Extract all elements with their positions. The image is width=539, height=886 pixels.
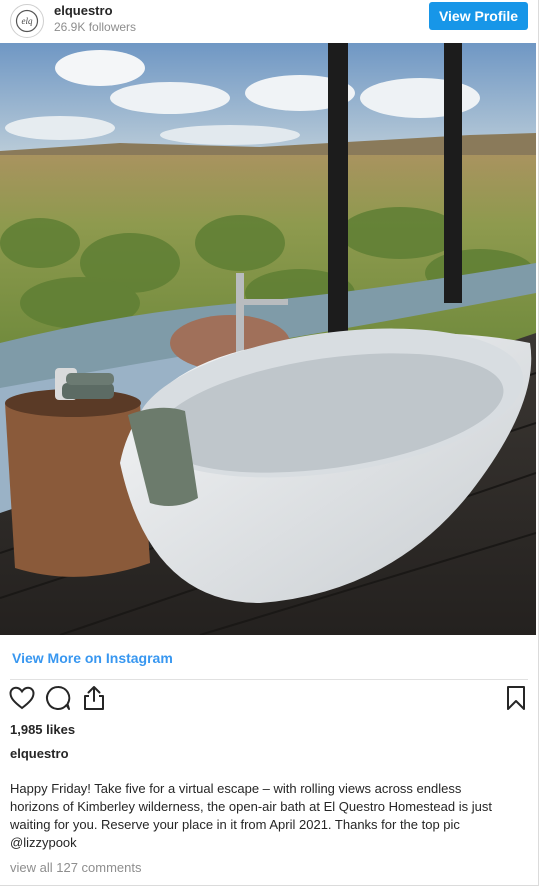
caption-line: horizons of Kimberley wilderness, the op…	[10, 799, 492, 814]
post-actions	[0, 684, 539, 716]
view-all-comments-link[interactable]: view all 127 comments	[10, 860, 142, 875]
divider	[10, 679, 528, 680]
view-profile-button[interactable]: View Profile	[429, 2, 528, 30]
bathtub-landscape-image	[0, 43, 536, 635]
elq-logo-icon: elq	[15, 9, 39, 33]
heart-icon[interactable]	[8, 684, 36, 712]
caption-mention[interactable]: @lizzypook	[10, 834, 528, 852]
caption-line: waiting for you. Reserve your place in i…	[10, 817, 460, 832]
bookmark-icon[interactable]	[502, 684, 530, 712]
post-photo[interactable]	[0, 43, 536, 635]
like-count[interactable]: 1,985 likes	[10, 722, 75, 737]
post-caption: Happy Friday! Take five for a virtual es…	[10, 780, 528, 852]
view-more-link[interactable]: View More on Instagram	[12, 650, 173, 666]
follower-count: 26.9K followers	[54, 20, 137, 34]
caption-username[interactable]: elquestro	[10, 746, 69, 761]
share-icon[interactable]	[80, 684, 108, 712]
comment-icon[interactable]	[44, 684, 72, 712]
caption-line: Happy Friday! Take five for a virtual es…	[10, 781, 462, 796]
instagram-embed: elq elquestro 26.9K followers View Profi…	[0, 0, 539, 886]
profile-avatar[interactable]: elq	[10, 4, 44, 38]
svg-text:elq: elq	[22, 16, 33, 26]
post-header: elq elquestro 26.9K followers View Profi…	[0, 0, 539, 43]
profile-username[interactable]: elquestro	[54, 3, 113, 18]
